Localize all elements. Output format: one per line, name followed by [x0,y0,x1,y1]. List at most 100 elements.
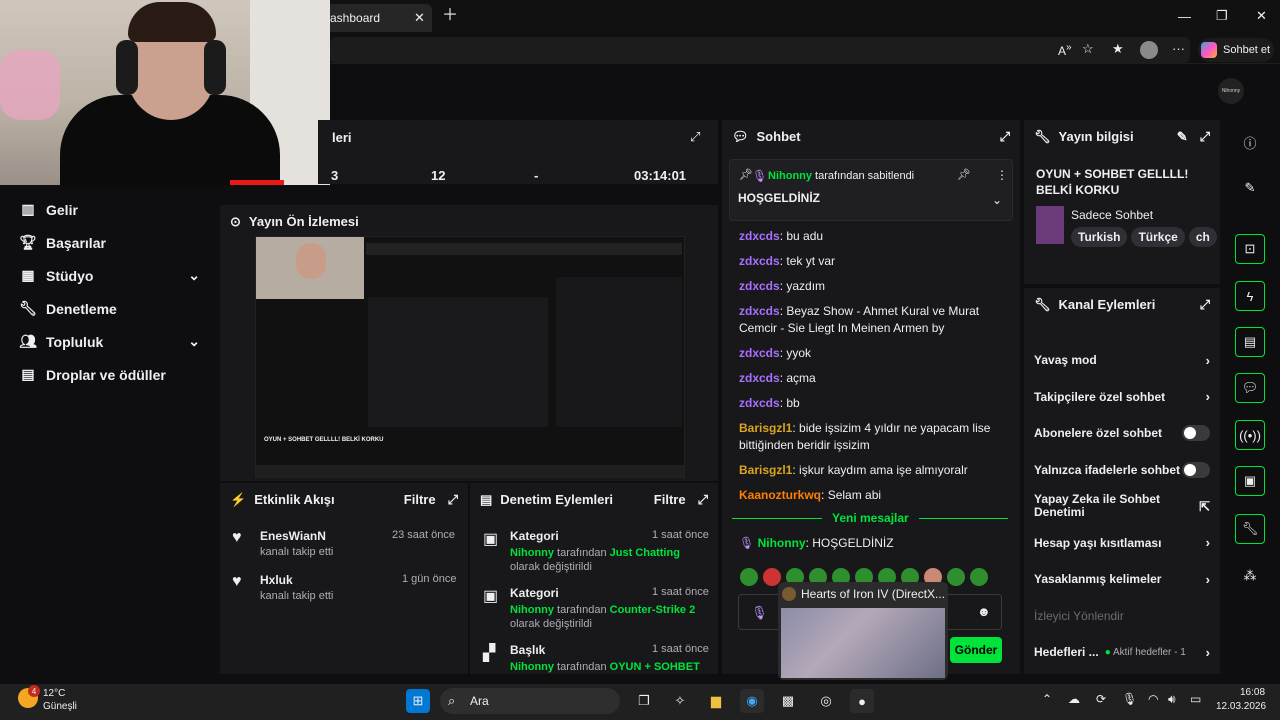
stream-info-panel: 🔧︎ Yayın bilgisi ✎ ⤢ OYUN + SOHBET GELLLL! … [1024,120,1220,284]
edit-icon[interactable]: ✎ [1177,130,1188,143]
unpin-icon[interactable]: 📌︎ [957,170,971,181]
activity-time: 1 gün önce [402,573,457,585]
nav-item-denetleme[interactable]: 🔧︎ Denetleme [0,292,218,325]
edge-icon[interactable]: ◉ [740,689,764,713]
clock-time[interactable]: 16:08 [1240,687,1265,698]
pinned-message[interactable]: 📌︎ 🎙︎ Nihonny tarafından sabitlendi 📌︎ ⋮… [729,159,1013,221]
status-dot-icon: ● [1104,646,1111,658]
stream-category[interactable]: Sadece Sohbet [1071,208,1153,222]
setting-goals[interactable]: Hedefleri ... ● Aktif hedefler - 1 › [1024,634,1220,671]
wifi-icon[interactable]: ◠ [1148,692,1158,706]
setting-followers-only[interactable]: Takipçilere özel sohbet › [1024,379,1220,416]
notes-icon[interactable]: ▤ [1235,327,1265,357]
popout-icon[interactable]: ⤢ [1000,130,1010,143]
file-explorer-icon[interactable]: ▆ [704,689,728,713]
wrench-icon: 🔧︎ [19,300,37,316]
activity-title: Etkinlik Akışı [254,491,335,507]
broadcast-icon[interactable]: ((•)) [1235,420,1265,450]
setting-ai-moderation[interactable]: Yapay Zeka ile Sohbet Denetimi ⇱ [1024,488,1220,525]
setting-emote-only[interactable]: Yalnızca ifadelerle sohbet [1024,452,1220,489]
popout-icon[interactable]: ⤢ [1200,130,1210,143]
chat-message: Barisgzl1: işkur kaydım ama işe almıyora… [739,463,968,477]
copilot-icon [1201,42,1217,58]
more-menu-icon[interactable]: ··· [1172,42,1185,55]
nav-item-studyo[interactable]: ▦ Stüdyo ⌄ [0,259,218,292]
maximize-icon[interactable]: ❐ [1216,9,1228,22]
copilot-taskbar-icon[interactable]: ✧ [668,689,692,713]
activity-filter-button[interactable]: Filtre [404,492,436,507]
setting-subs-only[interactable]: Abonelere özel sohbet [1024,415,1220,452]
headset-left [116,40,138,95]
tag[interactable]: Türkçe [1131,227,1185,247]
volume-icon[interactable]: 🔊︎ [1168,692,1176,707]
favorite-star-icon[interactable]: ☆ [1082,42,1094,55]
stats-panel: leri ⤢ 3 12 - 03:14:01 [318,120,718,184]
person-hair [128,2,216,42]
nav-item-droplar[interactable]: ▤ Droplar ve ödüller [0,358,218,391]
raid-icon[interactable]: ▣ [1235,466,1265,496]
mod-filter-button[interactable]: Filtre [654,492,686,507]
popout-icon[interactable]: ⤢ [1200,298,1210,311]
preview-video[interactable]: OYUN + SOHBET GELLLL! BELKİ KORKU [255,236,685,478]
tag[interactable]: ch [1188,227,1217,247]
browser-tab[interactable]: ashboard ✕ [326,4,432,32]
close-window-icon[interactable]: ✕ [1256,9,1267,22]
tag[interactable]: Turkish [1071,227,1128,247]
read-aloud-icon[interactable]: A» [1058,43,1072,58]
profile-avatar[interactable] [1140,41,1158,59]
copilot-button[interactable]: Sohbet et [1198,38,1274,62]
popout-icon[interactable]: ⤢ [448,493,458,506]
pin-icon: 📌︎ [739,169,753,181]
store-icon[interactable]: ▩ [776,689,800,713]
nav-label: Droplar ve ödüller [46,366,166,383]
sync-icon[interactable]: ⟳ [1096,692,1106,706]
task-view-icon[interactable]: ❐ [632,689,656,713]
clock-date: 12.03.2026 [1216,701,1267,712]
activity-user[interactable]: Hxluk [260,573,293,587]
edit-icon[interactable]: ✎ [1235,173,1265,203]
weather-badge: 4 [28,685,40,697]
taskbar-search[interactable]: ⌕ Ara [440,688,620,714]
setting-slow-mode[interactable]: Yavaş mod › [1024,342,1220,379]
kebab-menu-icon[interactable]: ⋮ [996,169,1008,181]
nav-item-gelir[interactable]: ▥ Gelir [0,193,218,226]
taskbar-thumbnail[interactable]: Hearts of Iron IV (DirectX... [778,582,948,680]
popout-icon[interactable]: ⤢ [698,493,708,506]
preview-title: Yayın Ön İzlemesi [248,213,359,229]
extensions-icon[interactable]: ⁂ [1235,561,1265,591]
subs-only-toggle[interactable] [1182,425,1210,442]
info-icon[interactable]: ⓘ [1235,127,1265,157]
emote-only-toggle[interactable] [1182,461,1210,478]
stream-title: OYUN + SOHBET GELLLL! BELKİ KORKU [1036,167,1189,197]
live-indicator-bar [230,180,284,185]
nav-item-topluluk[interactable]: 👥︎ Topluluk ⌄ [0,325,218,358]
windows-start-icon[interactable]: ⊞ [406,689,430,713]
popout-icon[interactable]: ⤢ [690,130,700,143]
battery-icon[interactable]: ▭ [1190,692,1201,706]
tray-chevron-icon[interactable]: ⌃ [1042,692,1052,706]
activity-user[interactable]: EnesWianN [260,529,326,543]
mod-action-title: Kategori [510,586,559,600]
close-tab-icon[interactable]: ✕ [414,11,425,24]
clip-icon[interactable]: ⊡ [1235,234,1265,264]
setting-account-age[interactable]: Hesap yaşı kısıtlaması › [1024,525,1220,562]
weather-temp[interactable]: 12°C [43,688,65,699]
microphone-icon[interactable]: 🎙︎ [1122,692,1137,706]
chevron-down-icon[interactable]: ⌄ [992,194,1002,206]
send-button[interactable]: Gönder [950,637,1002,663]
preview-taskbar [256,465,684,477]
nav-item-basarilar[interactable]: 🏆︎ Başarılar [0,226,218,259]
setting-banned-words[interactable]: Yasaklanmış kelimeler › [1024,561,1220,598]
minimize-icon[interactable]: — [1178,10,1191,23]
lightning-icon[interactable]: ϟ [1235,281,1265,311]
people-icon: 👥︎ [19,333,37,349]
chat-bubble-icon[interactable]: 💬︎ [1235,373,1265,403]
search-icon: ⌕ [448,693,456,708]
wrench-icon[interactable]: 🔧︎ [1235,514,1265,544]
new-tab-icon[interactable]: ＋ [442,8,458,24]
favorites-icon[interactable]: ★ [1112,42,1124,55]
emoji-icon[interactable]: ☻ [977,605,991,618]
onedrive-icon[interactable]: ☁ [1068,692,1080,706]
hoi4-taskbar-icon[interactable]: ● [850,689,874,713]
obs-icon[interactable]: ◎ [814,689,838,713]
